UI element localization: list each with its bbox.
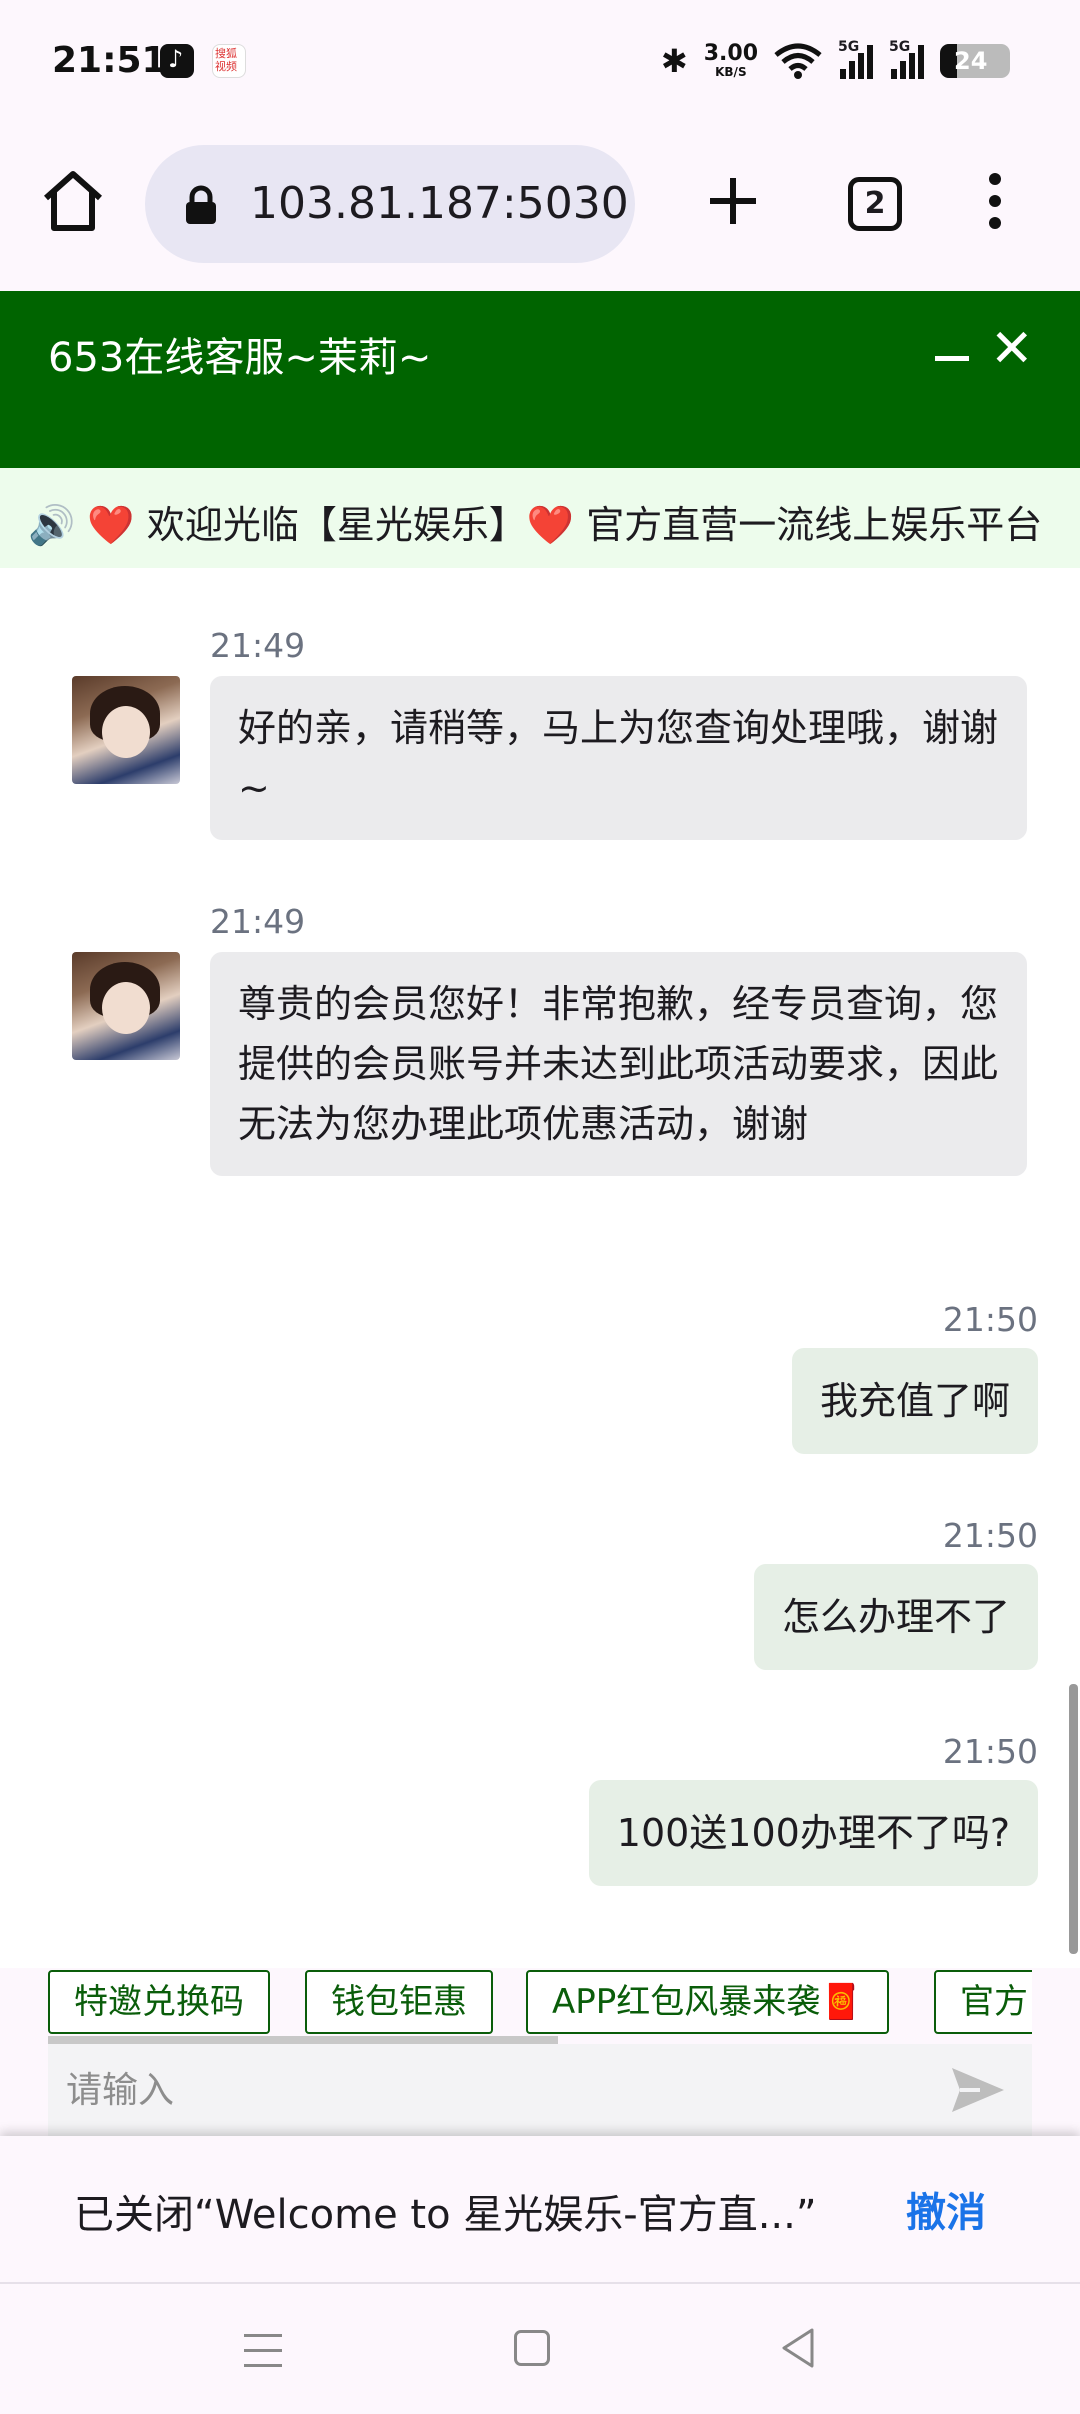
new-tab-icon[interactable] [700, 168, 766, 234]
message-bubble-incoming: 好的亲，请稍等，马上为您查询处理哦，谢谢~ [210, 676, 1027, 840]
quick-reply-row: 特邀兑换码 钱包钜惠 APP红包风暴来袭🧧 官方 [48, 1968, 1032, 2036]
undo-button[interactable]: 撤消 [906, 2180, 986, 2238]
url-text: 103.81.187:5030 [250, 178, 629, 229]
message-time: 21:49 [210, 902, 306, 941]
message-bubble-outgoing: 我充值了啊 [791, 1348, 1038, 1454]
wifi-icon [774, 43, 822, 79]
quick-reply-button[interactable]: APP红包风暴来袭🧧 [526, 1970, 889, 2034]
marquee-text: ❤️ 欢迎光临【星光娱乐】❤️ 官方直营一流线上娱乐平台 [87, 503, 1043, 547]
announcement-marquee: 🔊 ❤️ 欢迎光临【星光娱乐】❤️ 官方直营一流线上娱乐平台 [0, 468, 1080, 568]
signal-icon-1: 5G [838, 39, 873, 79]
system-nav-bar [0, 2284, 1080, 2414]
home-icon[interactable] [40, 168, 106, 234]
tab-switcher-button[interactable]: 2 [848, 177, 902, 231]
tiktok-icon [160, 44, 194, 78]
quick-reply-button[interactable]: 钱包钜惠 [305, 1970, 493, 2034]
minimize-button[interactable] [935, 341, 969, 375]
lock-icon [186, 185, 216, 224]
status-bar: 21:51 搜狐视频 ✱ 3.00KB/S 5G 5G 24 [0, 0, 1080, 128]
quick-reply-button[interactable]: 官方 [934, 1970, 1032, 2034]
chat-header: 653在线客服~茉莉~ ✕ [0, 291, 1080, 468]
recent-apps-icon[interactable] [244, 2334, 282, 2368]
message-time: 21:49 [210, 626, 306, 665]
message-time: 21:50 [942, 1516, 1038, 1555]
message-input[interactable] [48, 2044, 948, 2136]
message-input-bar [48, 2044, 1032, 2136]
snackbar: 已关闭“Welcome to 星光娱乐-官方直...” 撤消 [0, 2136, 1080, 2282]
address-bar[interactable]: 103.81.187:5030 [145, 145, 635, 263]
message-time: 21:50 [942, 1300, 1038, 1339]
close-button[interactable]: ✕ [990, 323, 1034, 375]
send-icon[interactable] [948, 2060, 1008, 2120]
chat-scrollbar[interactable] [1069, 1684, 1078, 1954]
network-speed: 3.00 KB/S [703, 41, 758, 80]
chat-title: 653在线客服~茉莉~ [48, 335, 432, 381]
message-bubble-incoming: 尊贵的会员您好！非常抱歉，经专员查询，您提供的会员账号并未达到此项活动要求，因此… [210, 952, 1027, 1176]
speaker-icon: 🔊 [28, 503, 76, 547]
message-bubble-outgoing: 100送100办理不了吗? [588, 1780, 1038, 1886]
bluetooth-icon: ✱ [660, 42, 688, 80]
status-icons: ✱ 3.00 KB/S 5G 5G 24 [660, 39, 1010, 80]
message-bubble-outgoing: 怎么办理不了 [753, 1564, 1038, 1670]
status-time: 21:51 [52, 40, 167, 81]
agent-avatar [72, 952, 180, 1060]
browser-toolbar: 103.81.187:5030 2 [0, 128, 1080, 291]
quick-reply-scrollbar[interactable] [48, 2036, 558, 2044]
sohu-video-icon: 搜狐视频 [212, 44, 246, 78]
quick-reply-button[interactable]: 特邀兑换码 [48, 1970, 270, 2034]
message-time: 21:50 [942, 1732, 1038, 1771]
home-nav-icon[interactable] [514, 2330, 550, 2366]
agent-avatar [72, 676, 180, 784]
more-menu-icon[interactable] [975, 173, 1015, 233]
signal-icon-2: 5G [889, 39, 924, 79]
back-icon[interactable] [778, 2326, 818, 2370]
battery-icon: 24 [940, 44, 1010, 78]
snackbar-message: 已关闭“Welcome to 星光娱乐-官方直...” [74, 2192, 817, 2238]
